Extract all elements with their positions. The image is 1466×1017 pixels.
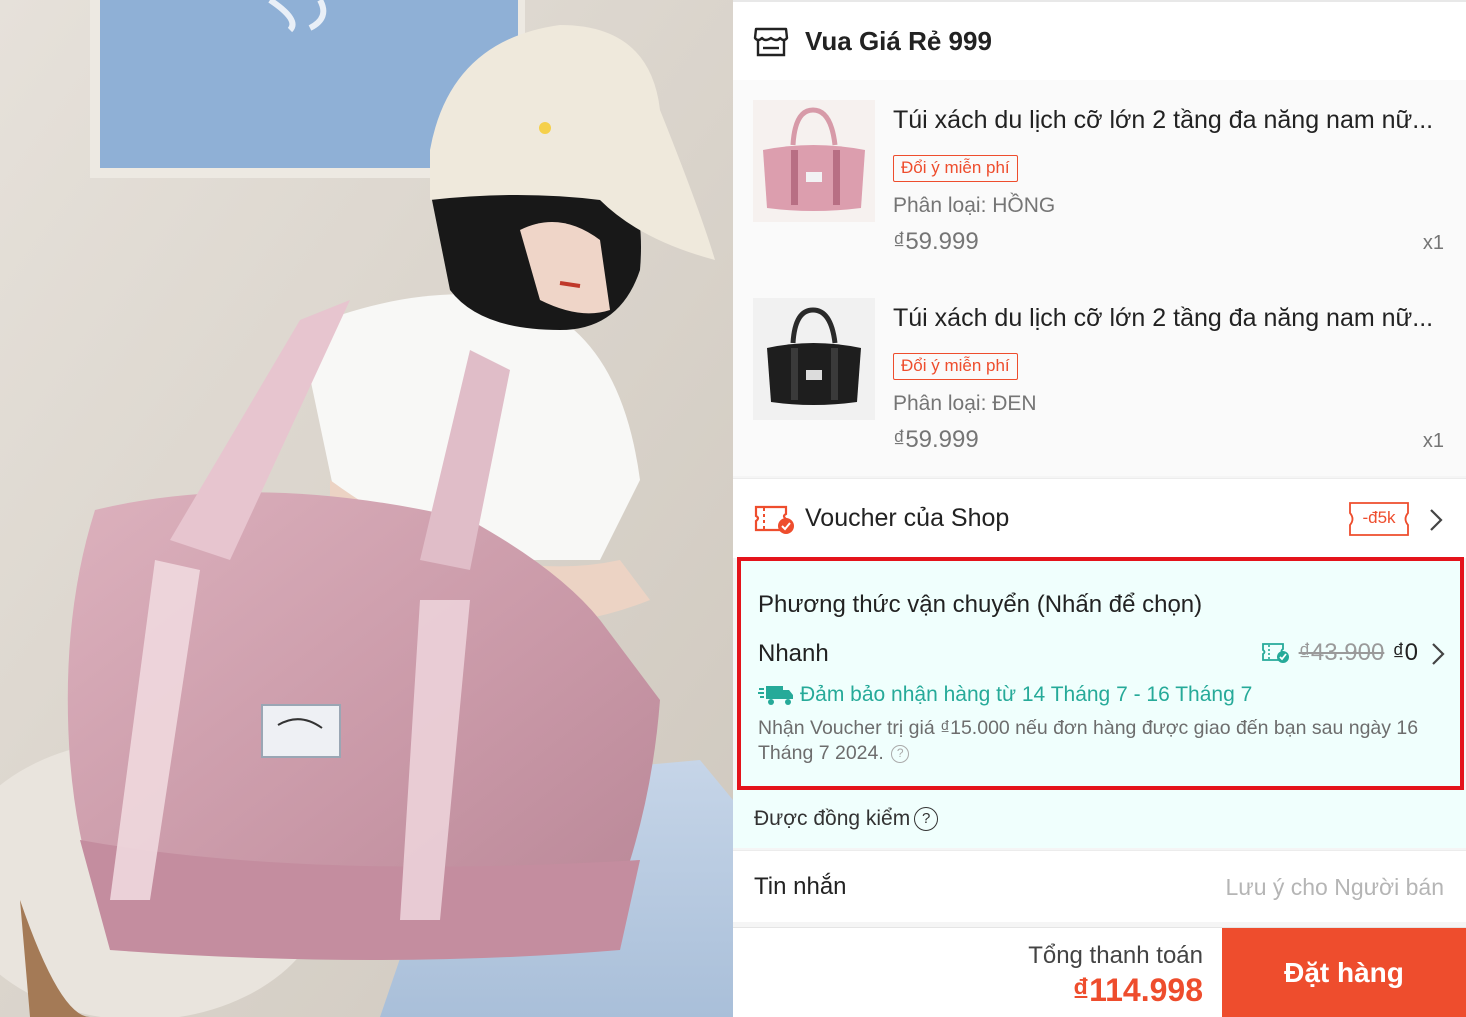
product-title[interactable]: Túi xách du lịch cỡ lớn 2 tầng đa năng n… [893,304,1443,333]
shipping-new-price: ₫0 [1392,639,1418,666]
voucher-discount-badge[interactable]: -đ5k [1348,501,1410,537]
voucher-badge-text: -đ5k [1362,508,1396,527]
checkout-bottom-bar: Tổng thanh toán ₫114.998 Đặt hàng [733,927,1466,1017]
message-label: Tin nhắn [754,872,847,900]
product-photo [0,0,733,1017]
shipping-method-name: Nhanh [758,640,829,667]
freeship-voucher-icon [1261,643,1289,663]
chevron-right-icon[interactable] [1430,641,1446,667]
shipping-old-price: ₫43.900 [1298,639,1385,666]
delivery-guarantee-text: Đảm bảo nhận hàng từ 14 Tháng 7 - 16 Thá… [800,683,1253,706]
shipping-price: ₫43.900 ₫0 [1261,639,1418,667]
co-inspection-label: Được đồng kiểm [754,807,911,830]
voucher-ticket-icon [754,505,794,534]
store-icon [753,27,789,57]
shipping-method-title: Phương thức vận chuyển (Nhấn để chọn) [758,591,1203,618]
product-quantity: x1 [1422,232,1444,254]
checkout-panel: Vua Giá Rẻ 999 Túi xách du lịch cỡ lớn 2… [733,0,1466,1017]
chevron-right-icon[interactable] [1428,507,1444,533]
delivery-guarantee: Đảm bảo nhận hàng từ 14 Tháng 7 - 16 Thá… [758,683,1252,707]
product-photo-illustration [0,0,733,1017]
product-variant: Phân loại: ĐEN [893,392,1037,415]
help-icon[interactable]: ? [914,807,939,831]
pink-bag-image [753,100,875,222]
free-return-badge: Đổi ý miễn phí [893,353,1018,380]
shop-name: Vua Giá Rẻ 999 [805,25,992,56]
order-item[interactable]: Túi xách du lịch cỡ lớn 2 tầng đa năng n… [733,278,1466,476]
shop-header[interactable]: Vua Giá Rẻ 999 [733,0,1466,80]
product-price: ₫59.999 [893,426,979,453]
message-row[interactable]: Tin nhắn [733,850,1466,922]
message-to-seller-input[interactable] [1114,871,1444,903]
product-variant: Phân loại: HỒNG [893,194,1056,217]
total-payment-value: ₫114.998 [1072,972,1203,1008]
product-price: ₫59.999 [893,228,979,255]
delivery-truck-icon [758,686,793,705]
product-quantity: x1 [1422,430,1444,452]
shop-voucher-row[interactable]: Voucher của Shop -đ5k [733,478,1466,558]
total-payment-label: Tổng thanh toán [1028,942,1203,969]
product-thumbnail [753,298,875,420]
black-bag-image [753,298,875,420]
free-return-badge: Đổi ý miễn phí [893,155,1018,182]
late-delivery-voucher-note: Nhận Voucher trị giá ₫15.000 nếu đơn hàn… [758,716,1448,766]
late-delivery-voucher-text: Nhận Voucher trị giá ₫15.000 nếu đơn hàn… [758,717,1419,764]
help-icon[interactable]: ? [891,744,910,763]
place-order-button[interactable]: Đặt hàng [1222,928,1466,1017]
shop-voucher-label: Voucher của Shop [805,504,1010,532]
order-item[interactable]: Túi xách du lịch cỡ lớn 2 tầng đa năng n… [733,80,1466,278]
co-inspection-row: Được đồng kiểm ? [733,790,1466,848]
shipping-method-section[interactable]: Phương thức vận chuyển (Nhấn để chọn) Nh… [737,557,1464,790]
product-title[interactable]: Túi xách du lịch cỡ lớn 2 tầng đa năng n… [893,106,1443,135]
product-thumbnail [753,100,875,222]
